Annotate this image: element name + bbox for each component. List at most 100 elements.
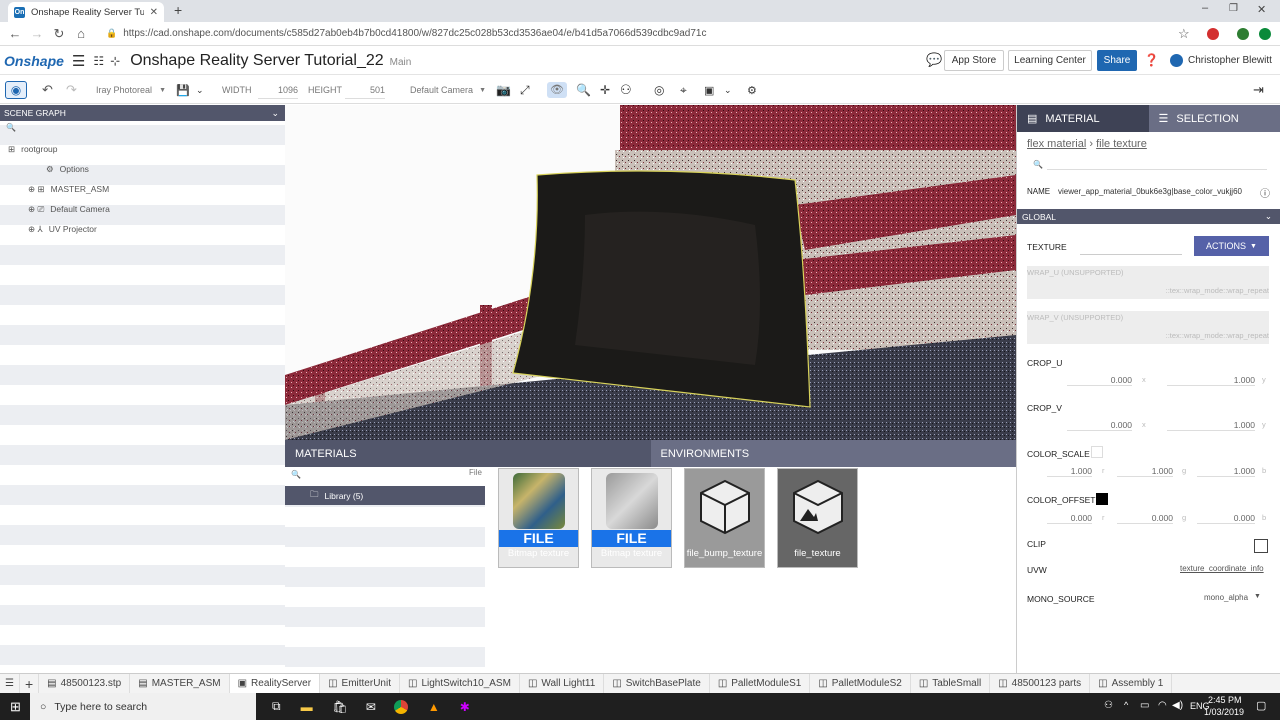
extension-red-icon[interactable] bbox=[1207, 28, 1219, 40]
crop-v-y-input[interactable]: 1.000 bbox=[1167, 420, 1255, 431]
orbit-icon[interactable]: 👁 bbox=[547, 76, 567, 104]
select-object-icon[interactable]: ◎ bbox=[654, 76, 664, 104]
extension-green-icon[interactable] bbox=[1237, 28, 1249, 40]
export-dropdown-icon[interactable]: ⌄ bbox=[724, 76, 732, 104]
fit-view-icon[interactable]: ⤢ bbox=[520, 76, 530, 104]
material-card-file-bump-texture[interactable]: file_bump_texture bbox=[684, 468, 765, 568]
doc-tab-emitterunit[interactable]: ◫ EmitterUnit bbox=[320, 673, 400, 694]
texture-input[interactable] bbox=[1080, 241, 1182, 255]
task-view-icon[interactable]: ⧉ bbox=[272, 699, 281, 714]
vlc-icon[interactable]: ▲ bbox=[428, 700, 440, 714]
fly-icon[interactable]: ⚇ bbox=[620, 76, 632, 104]
save-icon[interactable]: 💾 bbox=[176, 76, 190, 104]
browser-tab[interactable]: On Onshape Reality Server Tutorial_ ✕ bbox=[8, 2, 164, 22]
search-icon[interactable]: 🔍 bbox=[1033, 160, 1043, 169]
color-offset-r[interactable]: 0.000 bbox=[1047, 513, 1092, 524]
menu-icon[interactable]: ☰ bbox=[72, 52, 85, 70]
reload-icon[interactable]: ↻ bbox=[48, 26, 70, 42]
breadcrumb-file-texture[interactable]: file texture bbox=[1096, 138, 1147, 150]
tray-wifi-icon[interactable]: ◠ bbox=[1158, 700, 1167, 711]
crop-v-x-input[interactable]: 0.000 bbox=[1067, 420, 1132, 431]
doc-tab-48500123-stp[interactable]: ▤ 48500123.stp bbox=[39, 673, 131, 694]
clock-time[interactable]: 2:45 PM bbox=[1208, 695, 1242, 705]
tab-material[interactable]: ▤ MATERIAL bbox=[1017, 105, 1149, 132]
clock-date[interactable]: 1/03/2019 bbox=[1204, 707, 1244, 717]
height-input[interactable]: 501 bbox=[345, 81, 385, 99]
screenshot-camera-icon[interactable]: 📷 bbox=[496, 76, 511, 104]
doc-tab-wall-light11[interactable]: ◫ Wall Light11 bbox=[520, 673, 605, 694]
comments-icon[interactable]: 💬 bbox=[926, 52, 942, 68]
info-icon[interactable]: ⓘ bbox=[1260, 185, 1270, 200]
tray-volume-icon[interactable]: ◀) bbox=[1172, 700, 1183, 711]
mail-icon[interactable]: ✉ bbox=[366, 700, 376, 714]
learning-center-button[interactable]: Learning Center bbox=[1008, 50, 1092, 71]
onshape-logo[interactable]: Onshape bbox=[4, 53, 64, 69]
restore-icon[interactable]: ❐ bbox=[1229, 3, 1238, 14]
user-name[interactable]: Christopher Blewitt bbox=[1188, 55, 1272, 66]
search-icon[interactable]: 🔍 bbox=[291, 470, 301, 479]
save-dropdown-icon[interactable]: ⌄ bbox=[196, 76, 204, 104]
chrome-icon[interactable] bbox=[393, 699, 408, 714]
actions-button[interactable]: ACTIONS ▼ bbox=[1194, 236, 1269, 256]
chevron-down-icon[interactable]: ⌄ bbox=[271, 108, 279, 119]
insert-icon[interactable]: ⊹ bbox=[110, 54, 120, 68]
color-offset-g[interactable]: 0.000 bbox=[1117, 513, 1173, 524]
exit-icon[interactable]: ⇥ bbox=[1253, 76, 1264, 104]
material-card-bitmap-2[interactable]: FILE Bitmap texture bbox=[591, 468, 672, 568]
tab-selection[interactable]: ☰ SELECTION bbox=[1148, 105, 1280, 132]
tree-item-uv-projector[interactable]: ⊕ ⅄ UV Projector bbox=[28, 219, 97, 239]
close-tab-icon[interactable]: ✕ bbox=[150, 7, 158, 18]
camera-select[interactable]: Default Camera ▼ bbox=[410, 76, 486, 104]
tray-chevron-icon[interactable]: ^ bbox=[1124, 700, 1128, 710]
doc-tab-palletmodules1[interactable]: ◫ PalletModuleS1 bbox=[710, 673, 811, 694]
back-icon[interactable]: ← bbox=[4, 26, 26, 41]
doc-tab-realityserver[interactable]: ▣ RealityServer bbox=[229, 673, 321, 694]
search-input[interactable] bbox=[1047, 156, 1267, 170]
library-item[interactable]: 🗀 Library (5) bbox=[285, 486, 485, 505]
crop-u-y-input[interactable]: 1.000 bbox=[1167, 375, 1255, 386]
color-scale-b[interactable]: 1.000 bbox=[1197, 466, 1255, 477]
render-view-icon[interactable]: ◉ bbox=[5, 76, 27, 104]
file-explorer-icon[interactable]: ▬ bbox=[301, 700, 313, 714]
tab-list-icon[interactable]: ☰ bbox=[0, 673, 20, 694]
tray-people-icon[interactable]: ⚇ bbox=[1104, 700, 1113, 711]
material-card-file-texture[interactable]: file_texture bbox=[777, 468, 858, 568]
slack-icon[interactable]: ✱ bbox=[460, 700, 470, 714]
tab-environments[interactable]: ENVIRONMENTS bbox=[650, 440, 1016, 467]
store-icon[interactable]: 🛍 bbox=[333, 700, 348, 714]
document-title[interactable]: Onshape Reality Server Tutorial_22 bbox=[130, 52, 383, 70]
export-icon[interactable]: ▣ bbox=[704, 76, 714, 104]
minimize-icon[interactable]: – bbox=[1202, 2, 1208, 14]
tray-network-icon[interactable]: ▭ bbox=[1140, 700, 1149, 711]
uvw-link[interactable]: texture_coordinate_info bbox=[1180, 564, 1264, 573]
render-viewport[interactable] bbox=[285, 105, 1016, 440]
color-offset-swatch[interactable] bbox=[1096, 493, 1108, 505]
new-tab-icon[interactable]: + bbox=[174, 2, 182, 18]
color-offset-b[interactable]: 0.000 bbox=[1197, 513, 1255, 524]
clip-checkbox[interactable] bbox=[1254, 539, 1268, 553]
doc-tab-palletmodules2[interactable]: ◫ PalletModuleS2 bbox=[810, 673, 911, 694]
app-store-button[interactable]: App Store bbox=[944, 50, 1004, 71]
tab-materials[interactable]: MATERIALS bbox=[285, 440, 651, 467]
doc-tab-lightswitch10-asm[interactable]: ◫ LightSwitch10_ASM bbox=[400, 673, 520, 694]
breadcrumb-flex-material[interactable]: flex material bbox=[1027, 138, 1086, 150]
tree-item-master-asm[interactable]: ⊕ ⊞ MASTER_ASM bbox=[28, 179, 109, 199]
scene-search[interactable]: 🔍 bbox=[6, 123, 16, 132]
zoom-icon[interactable]: 🔍 bbox=[576, 76, 591, 104]
taskbar-search[interactable]: ○ Type here to search bbox=[30, 693, 256, 720]
doc-tab-switchbaseplate[interactable]: ◫ SwitchBasePlate bbox=[604, 673, 710, 694]
forward-icon[interactable]: → bbox=[26, 26, 48, 41]
add-tab-icon[interactable]: + bbox=[20, 673, 40, 694]
bookmark-star-icon[interactable]: ☆ bbox=[1178, 26, 1190, 42]
pick-location-icon[interactable]: ⌖ bbox=[680, 76, 687, 104]
scene-graph-header[interactable]: SCENE GRAPH ⌄ bbox=[0, 105, 285, 121]
crop-u-x-input[interactable]: 0.000 bbox=[1067, 375, 1132, 386]
home-icon[interactable]: ⌂ bbox=[70, 26, 92, 41]
undo-icon[interactable]: ↶ bbox=[42, 76, 53, 104]
tree-item-options[interactable]: ⚙ Options bbox=[46, 159, 89, 179]
global-section-header[interactable]: GLOBAL ⌄ bbox=[1017, 209, 1280, 224]
doc-tab-48500123-parts[interactable]: ◫ 48500123 parts bbox=[990, 673, 1091, 694]
close-window-icon[interactable]: ✕ bbox=[1257, 3, 1266, 16]
material-card-bitmap-1[interactable]: FILE Bitmap texture bbox=[498, 468, 579, 568]
mono-source-select[interactable]: mono_alpha ▼ bbox=[1204, 593, 1261, 602]
